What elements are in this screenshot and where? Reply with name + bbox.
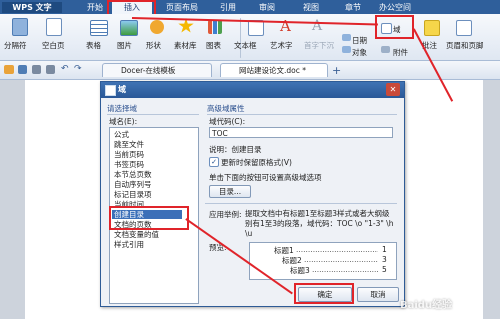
drop-cap-button: 首字下沉 <box>304 41 334 50</box>
menu-start[interactable]: 开始 <box>82 2 108 13</box>
shape-button[interactable]: 形状 <box>146 40 161 51</box>
document-tabs-bar: ↶ ↷ Docer-在线模板 网站建设论文.doc * + <box>0 61 500 80</box>
blank-page-icon <box>46 18 62 36</box>
date-icon <box>342 34 351 41</box>
menu-references[interactable]: 引用 <box>215 2 241 13</box>
list-item[interactable]: 自动序列号 <box>114 180 152 189</box>
material-library-button[interactable]: 素材库 <box>174 40 197 51</box>
dialog-title-bar[interactable]: 域 ✕ <box>101 82 404 98</box>
highlight-ok-button <box>294 283 354 304</box>
tab-label: Docer-在线模板 <box>121 66 176 75</box>
field-description: 说明：创建目录 <box>209 145 262 154</box>
list-item[interactable]: 跳至文件 <box>114 140 144 149</box>
table-icon <box>90 20 108 36</box>
preview-page-2: 3 <box>382 255 387 264</box>
highlight-selected-field <box>109 206 189 230</box>
ribbon-separator <box>240 18 241 58</box>
page-break-icon <box>12 18 28 36</box>
menu-review[interactable]: 审阅 <box>254 2 280 13</box>
save-icon[interactable] <box>18 65 27 74</box>
menu-bar: WPS 文字 开始 插入 页面布局 引用 审阅 视图 章节 办公空间 <box>0 0 500 14</box>
divider <box>205 203 397 204</box>
attachment-icon <box>381 46 390 53</box>
right-group-label: 高级域属性 <box>207 103 397 115</box>
word-art-button[interactable]: 艺术字 <box>270 40 293 51</box>
list-item[interactable]: 标记目录项 <box>114 190 152 199</box>
preview-dots-3: .................................... <box>312 265 378 274</box>
preview-page-3: 5 <box>382 265 387 274</box>
keep-format-label: 更新时保留原格式(V) <box>221 158 292 167</box>
menu-office-space[interactable]: 办公空间 <box>372 2 418 13</box>
undo-icon[interactable]: ↶ <box>61 64 70 74</box>
list-item[interactable]: 公式 <box>114 130 129 139</box>
example-text: 提取文档中有标题1至标题3样式或者大纲级别有1至3的段落，域代码：TOC \o … <box>245 209 394 238</box>
field-code-input[interactable]: TOC <box>209 127 393 138</box>
object-button[interactable]: 对象 <box>352 47 367 58</box>
blank-page-button[interactable]: 空白页 <box>42 40 65 51</box>
watermark: Baidu经验 <box>400 300 453 311</box>
shape-icon <box>150 20 164 34</box>
preview-dots-2: .................................... <box>304 255 378 264</box>
menu-view[interactable]: 视图 <box>298 2 324 13</box>
advanced-hint: 单击下面的按钮可设置高级域选项 <box>209 173 322 182</box>
list-item[interactable]: 当前页码 <box>114 150 144 159</box>
chart-icon <box>208 20 222 34</box>
textbox-icon <box>248 20 264 36</box>
cancel-button[interactable]: 取消 <box>357 287 399 302</box>
object-icon <box>342 46 351 53</box>
date-button[interactable]: 日期 <box>352 35 367 46</box>
app-menu-button[interactable]: WPS 文字 <box>2 2 62 13</box>
print-preview-icon[interactable] <box>46 65 55 74</box>
tab-label: 网站建设论文.doc * <box>239 66 306 75</box>
table-button[interactable]: 表格 <box>86 40 101 51</box>
list-item[interactable]: 文档变量的值 <box>114 230 159 239</box>
toc-preview: 标题1 ....................................… <box>249 242 397 280</box>
left-group-label: 请选择域 <box>107 103 199 115</box>
tab-website-paper[interactable]: 网站建设论文.doc * <box>220 63 328 77</box>
textbox-button[interactable]: 文本框 <box>234 40 257 51</box>
field-name-label: 域名(E): <box>109 117 138 126</box>
header-footer-icon <box>456 20 472 36</box>
header-footer-button[interactable]: 页眉和页脚 <box>446 40 484 51</box>
field-dialog: 域 ✕ 请选择域 域名(E): 公式 跳至文件 当前页码 书签页码 本节总页数 … <box>100 81 405 307</box>
preview-page-1: 1 <box>382 245 387 254</box>
tab-docer-templates[interactable]: Docer-在线模板 <box>102 63 212 77</box>
list-item[interactable]: 本节总页数 <box>114 170 152 179</box>
keep-format-checkbox[interactable]: ✓ <box>209 157 219 167</box>
toc-options-button[interactable]: 目录... <box>209 185 251 198</box>
menu-chapter[interactable]: 章节 <box>340 2 366 13</box>
picture-button[interactable]: 图片 <box>117 40 132 51</box>
open-folder-icon[interactable] <box>4 65 14 74</box>
list-item[interactable]: 样式引用 <box>114 240 144 249</box>
field-icon <box>105 85 116 96</box>
example-label: 应用举例: <box>209 210 242 219</box>
material-library-icon <box>178 18 194 33</box>
print-icon[interactable] <box>32 65 41 74</box>
attachment-button[interactable]: 附件 <box>393 47 408 58</box>
field-code-label: 域代码(C): <box>209 117 246 126</box>
highlight-field-button <box>375 15 414 39</box>
menu-page-layout[interactable]: 页面布局 <box>160 2 204 13</box>
redo-icon[interactable]: ↷ <box>74 64 83 74</box>
picture-icon <box>120 20 138 36</box>
new-tab-button[interactable]: + <box>332 64 341 77</box>
list-item[interactable]: 书签页码 <box>114 160 144 169</box>
dialog-title: 域 <box>118 85 126 94</box>
close-icon[interactable]: ✕ <box>386 83 400 96</box>
comment-icon <box>424 20 440 36</box>
page-break-button[interactable]: 分隔符 <box>4 40 27 51</box>
chart-button[interactable]: 图表 <box>206 40 221 51</box>
preview-line-3: 标题3 <box>290 266 310 275</box>
preview-dots-1: .................................... <box>296 245 378 254</box>
